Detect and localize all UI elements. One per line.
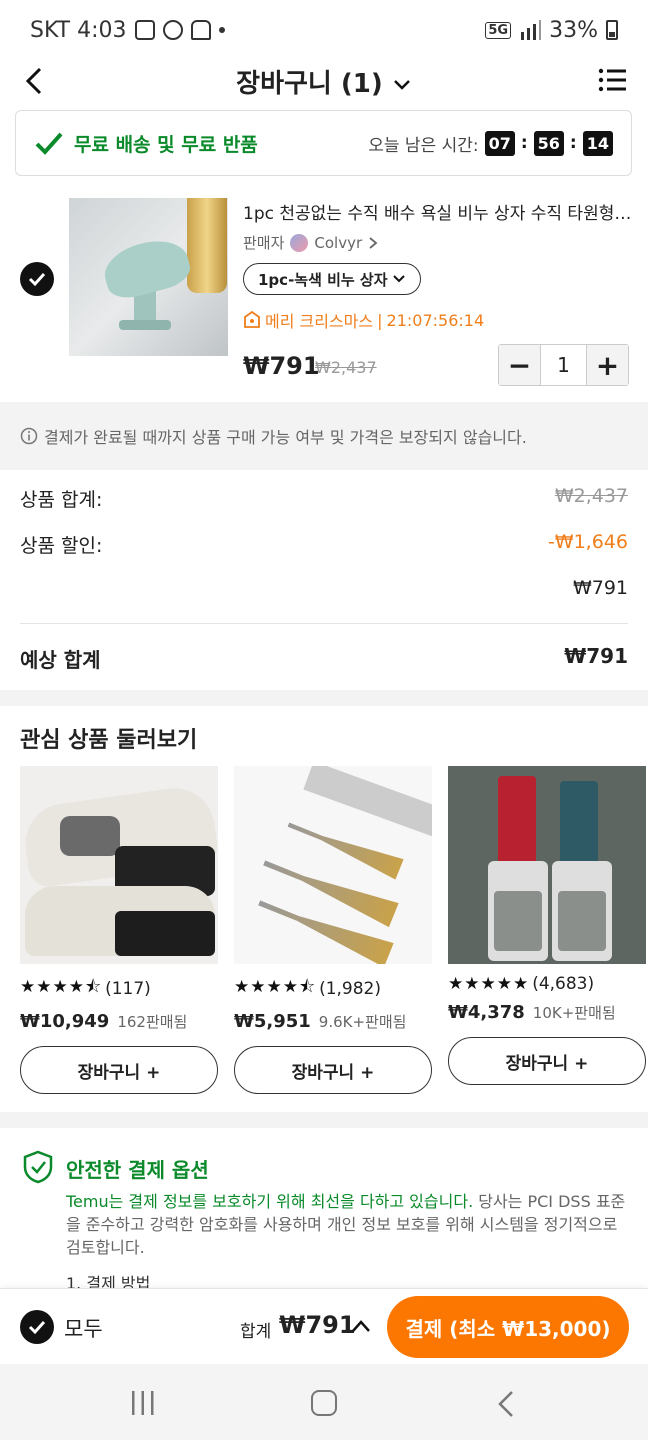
rec-rating: ★★★★⯪ (117) [20, 974, 218, 1003]
product-price: ₩791 [243, 352, 320, 380]
timer-seconds: 14 [582, 130, 613, 156]
rec-rating: ★★★★★ (4,683) [448, 974, 595, 994]
check-icon [35, 132, 63, 155]
rec-product-card[interactable]: ★★★★⯪ (117) ₩10,949 162판매됨 장바구니 + [20, 766, 218, 1094]
rec-price: ₩10,949 [20, 1011, 110, 1032]
shield-check-icon [23, 1150, 53, 1184]
section-divider [0, 690, 648, 706]
free-shipping-text: 무료 배송 및 무료 반품 [74, 133, 258, 156]
chat-icon [162, 20, 183, 40]
secure-description: Temu는 결제 정보를 보호하기 위해 최선을 다하고 있습니다. 당사는 P… [66, 1192, 626, 1257]
rec-product-image[interactable] [20, 766, 218, 964]
chevron-down-icon [392, 275, 405, 283]
add-to-cart-button[interactable]: 장바구니 + [448, 1037, 646, 1085]
rec-sold-count: 9.6K+판매됨 [318, 1013, 407, 1031]
page-title[interactable]: 장바구니 (1) [0, 63, 648, 100]
header: 장바구니 (1) [0, 55, 648, 107]
payment-methods-heading: 1. 결제 방법 [66, 1274, 151, 1288]
discount-value: -₩1,646 [547, 531, 628, 553]
original-price: ₩2,437 [315, 358, 377, 377]
quantity-stepper: − 1 + [498, 344, 629, 386]
seller-link[interactable]: 판매자 Colvyr [243, 232, 378, 253]
notification-icon [190, 20, 211, 40]
time-left-label: 오늘 남은 시간: [368, 135, 479, 156]
rec-product-image[interactable] [448, 766, 646, 964]
increase-quantity-button[interactable]: + [587, 345, 628, 385]
total-value[interactable]: ₩791 [279, 1311, 356, 1339]
rec-price: ₩4,378 [448, 1002, 525, 1023]
checkmark-icon [28, 272, 46, 287]
total-label: 합계 [240, 1322, 272, 1342]
item-select-checkbox[interactable] [20, 262, 54, 296]
countdown-timer: 오늘 남은 시간: 07 : 56 : 14 [368, 130, 613, 156]
battery-level: 33% [549, 17, 598, 43]
estimated-total-row: 예상 합계 ₩791 [20, 644, 628, 672]
discounted-total-value: ₩791 [572, 577, 628, 599]
info-icon [20, 427, 38, 445]
star-rating-icon: ★★★★⯪ [234, 977, 317, 997]
system-nav-bar [0, 1364, 648, 1440]
signal-icon [521, 20, 542, 40]
select-all-checkbox[interactable] [20, 1310, 54, 1344]
divider [20, 623, 628, 624]
subtotal-value: ₩2,437 [554, 485, 628, 507]
section-title: 관심 상품 둘러보기 [20, 728, 198, 753]
chevron-down-icon [393, 80, 410, 90]
price-notice: 결제가 완료될 때까지 상품 구매 가능 여부 및 가격은 보장되지 않습니다. [0, 402, 648, 470]
timer-hours: 07 [484, 130, 515, 156]
rec-product-card[interactable]: ★★★★★ (4,683) ₩4,378 10K+판매됨 장바구니 + [448, 766, 646, 1085]
more-notifications-icon [218, 27, 225, 33]
free-shipping-banner: 무료 배송 및 무료 반품 오늘 남은 시간: 07 : 56 : 14 [15, 110, 632, 176]
rec-sold-count: 162판매됨 [117, 1013, 188, 1031]
network-type: 5G [485, 21, 512, 39]
timer-minutes: 56 [533, 130, 564, 156]
product-image[interactable] [69, 198, 228, 356]
discounted-total-row: ₩791 [20, 577, 628, 599]
rec-product-image[interactable] [234, 766, 432, 964]
seller-name: Colvyr [314, 233, 363, 252]
gallery-icon [134, 20, 155, 40]
rec-price: ₩5,951 [234, 1011, 311, 1032]
status-time: SKT 4:03 [30, 17, 127, 43]
seller-avatar [290, 233, 309, 252]
add-to-cart-button[interactable]: 장바구니 + [234, 1046, 432, 1094]
discount-row: 상품 할인: -₩1,646 [20, 531, 628, 557]
checkout-bar: 모두 합계 ₩791 결제 (최소 ₩13,000) [0, 1288, 648, 1364]
rec-rating: ★★★★⯪ (1,982) [234, 974, 432, 1003]
chevron-up-icon[interactable] [350, 1317, 372, 1335]
order-summary: 상품 합계: ₩2,437 상품 할인: -₩1,646 ₩791 예상 합계 … [0, 470, 648, 690]
back-icon[interactable] [496, 1390, 516, 1418]
recent-apps-icon[interactable] [130, 1391, 156, 1415]
status-bar: SKT 4:03 5G 33% [0, 0, 648, 60]
subtotal-row: 상품 합계: ₩2,437 [20, 485, 628, 511]
cart-item: 1pc 천공없는 수직 배수 욕실 비누 상자 수직 타원형 비누 접시 판매자… [0, 190, 648, 395]
list-menu-icon[interactable] [598, 67, 626, 93]
star-rating-icon: ★★★★⯪ [20, 977, 103, 997]
section-divider [0, 1112, 648, 1128]
checkmark-icon [28, 1320, 46, 1335]
chevron-right-icon [369, 236, 378, 249]
rec-product-card[interactable]: ★★★★⯪ (1,982) ₩5,951 9.6K+판매됨 장바구니 + [234, 766, 432, 1094]
rec-sold-count: 10K+판매됨 [532, 1004, 616, 1022]
secure-title: 안전한 결제 옵션 [66, 1158, 209, 1182]
estimated-total-value: ₩791 [564, 644, 628, 668]
checkout-button[interactable]: 결제 (최소 ₩13,000) [387, 1296, 629, 1358]
home-icon[interactable] [311, 1390, 337, 1416]
secure-payment-section: 안전한 결제 옵션 Temu는 결제 정보를 보호하기 위해 최선을 다하고 있… [0, 1130, 648, 1288]
quantity-value[interactable]: 1 [540, 345, 587, 385]
star-rating-icon: ★★★★★ [448, 974, 530, 994]
recommendations-section: 관심 상품 둘러보기 ★★★★⯪ (117) ₩10,949 162판매됨 장바… [0, 706, 648, 1112]
promo-countdown: 메리 크리스마스 | 21:07:56:14 [243, 308, 484, 332]
decrease-quantity-button[interactable]: − [499, 345, 540, 385]
sale-tag-icon [244, 311, 260, 328]
product-title[interactable]: 1pc 천공없는 수직 배수 욕실 비누 상자 수직 타원형 비누 접시 [243, 199, 633, 224]
variant-selector[interactable]: 1pc-녹색 비누 상자 [243, 263, 421, 295]
select-all-label[interactable]: 모두 [64, 1313, 103, 1343]
add-to-cart-button[interactable]: 장바구니 + [20, 1046, 218, 1094]
battery-icon [606, 20, 618, 40]
